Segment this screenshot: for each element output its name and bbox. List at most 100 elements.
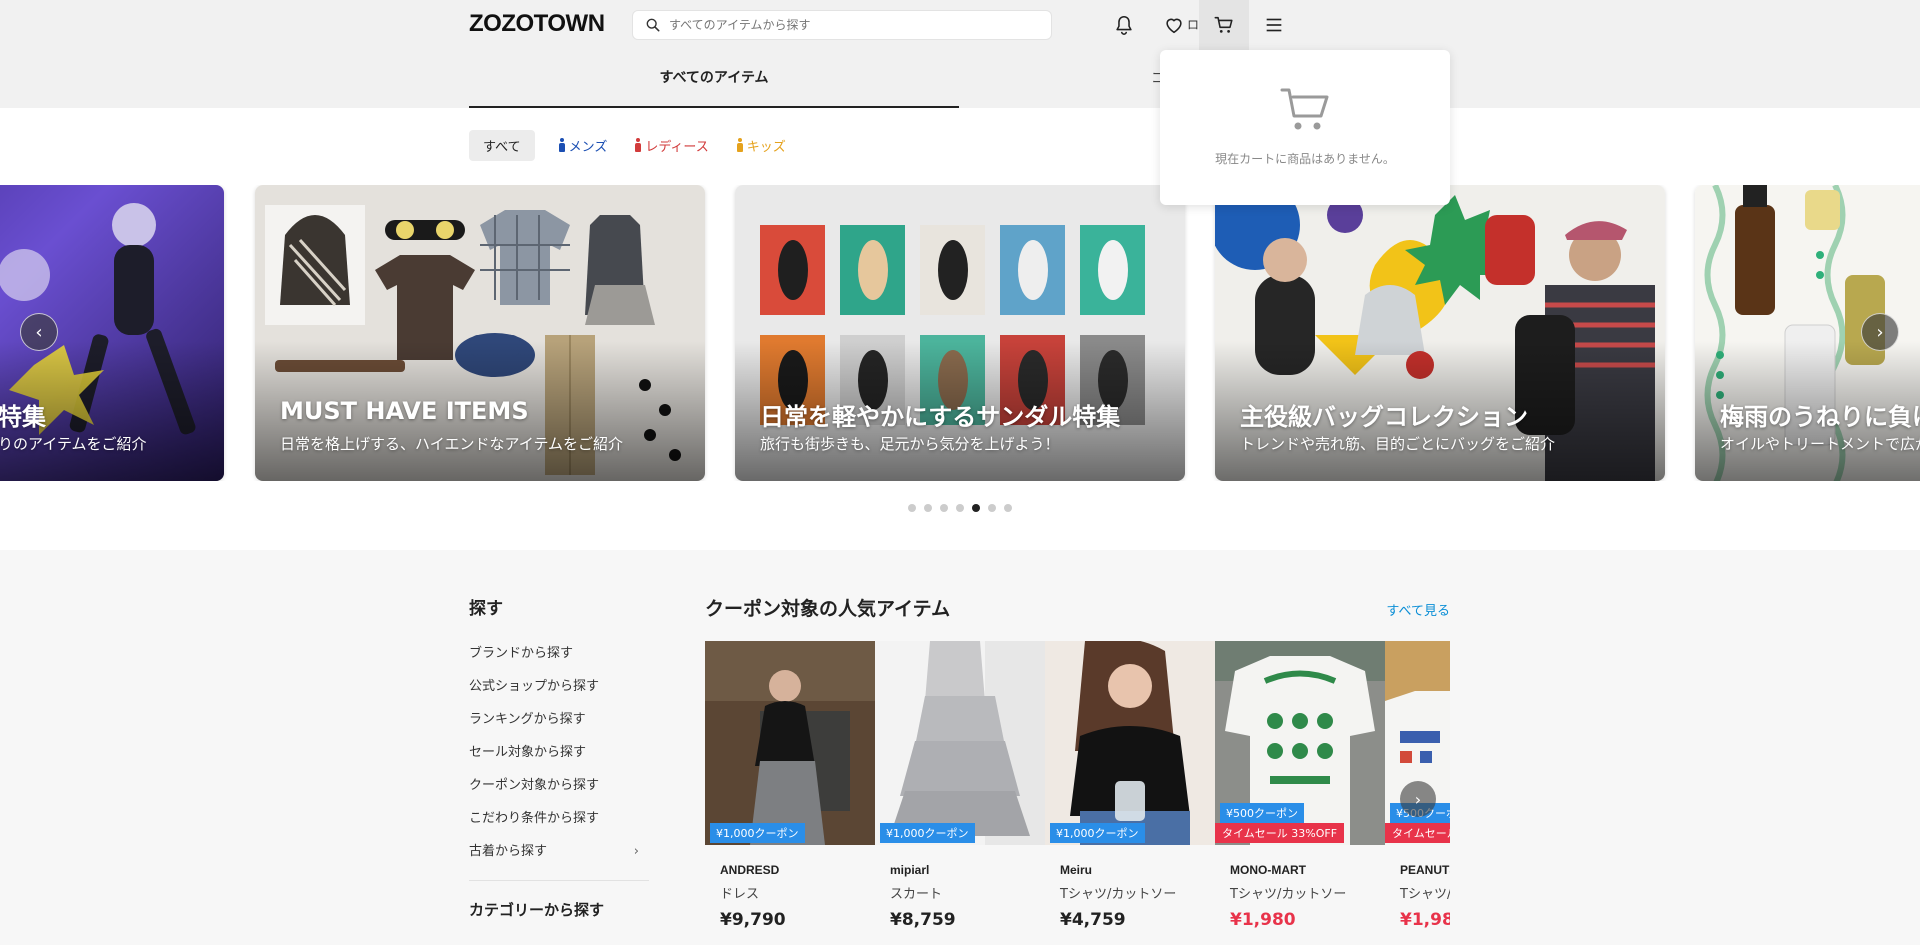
product-price: ¥4,759 — [1060, 910, 1126, 930]
sidebar-item-shop[interactable]: 公式ショップから探す — [469, 670, 649, 703]
filter-kids[interactable]: キッズ — [733, 130, 790, 161]
carousel-dot[interactable] — [1004, 504, 1012, 512]
product-brand: mipiarl — [890, 863, 930, 877]
carousel-dot[interactable] — [988, 504, 996, 512]
banner-carousel: 特集 りのアイテムをご紹介 MUST HAVE ITEMS 日常を格上げする、ハ… — [0, 185, 1920, 481]
banner-title: 特集 — [0, 403, 46, 431]
carousel-next-button[interactable]: › — [1861, 313, 1899, 351]
tab-all-items[interactable]: すべてのアイテム — [469, 50, 959, 108]
product-list: ¥1,000クーポン ANDRESD ドレス ¥9,790 ¥1,000クーポン… — [705, 641, 1450, 945]
sidebar-item-sale[interactable]: セール対象から探す — [469, 736, 649, 769]
search-icon — [646, 18, 660, 32]
product-image: ¥1,000クーポン — [875, 641, 1045, 845]
logo[interactable]: ZOZOTOWN — [469, 10, 605, 38]
banner-subtitle: 旅行も街歩きも、足元から気分を上げよう！ — [760, 435, 1060, 453]
sidebar-item-used-label: 古着から探す — [469, 844, 548, 859]
product-image: ¥1,000クーポン — [1045, 641, 1215, 845]
cart-popover: 現在カートに商品はありません。 — [1160, 50, 1450, 205]
filter-women-label: レディース — [645, 139, 709, 155]
chevron-left-icon: ‹ — [35, 321, 43, 343]
sidebar-item-ranking[interactable]: ランキングから探す — [469, 703, 649, 736]
product-brand: ANDRESD — [720, 863, 780, 877]
carousel-dot[interactable] — [908, 504, 916, 512]
divider — [469, 880, 649, 881]
chevron-right-icon: › — [633, 844, 639, 859]
time-sale-badge: タイムセール 33%OFF — [1215, 823, 1345, 843]
product-brand: Meiru — [1060, 863, 1093, 877]
notification-button[interactable] — [1099, 0, 1149, 50]
sidebar-item-coupon[interactable]: クーポン対象から探す — [469, 769, 649, 802]
see-all-link[interactable]: すべて見る — [1386, 600, 1450, 619]
coupon-badge: ¥500クーポン — [1220, 803, 1304, 823]
carousel-dot[interactable] — [940, 504, 948, 512]
chevron-right-icon: › — [1414, 789, 1422, 809]
carousel-dots — [908, 504, 1012, 512]
filter-all[interactable]: すべて — [469, 129, 535, 161]
category-heading: カテゴリーから探す — [469, 901, 605, 919]
banner-title: 梅雨のうねりに負け — [1720, 403, 1920, 431]
product-card[interactable]: ¥1,000クーポン mipiarl スカート ¥8,759 — [875, 641, 1045, 930]
menu-button[interactable] — [1249, 0, 1299, 50]
banner-subtitle: 日常を格上げする、ハイエンドなアイテムをご紹介 — [280, 435, 624, 453]
carousel-prev-button[interactable]: ‹ — [20, 313, 58, 351]
sidebar-item-used[interactable]: 古着から探す › — [469, 835, 649, 868]
banner-card[interactable]: 日常を軽やかにするサンダル特集 旅行も街歩きも、足元から気分を上げよう！ — [735, 185, 1185, 481]
banner-title: MUST HAVE ITEMS — [280, 397, 529, 425]
banner-title: 主役級バッグコレクション — [1240, 403, 1528, 431]
carousel-dot[interactable] — [924, 504, 932, 512]
products-next-button[interactable]: › — [1400, 781, 1436, 817]
cart-empty-message: 現在カートに商品はありません。 — [1215, 152, 1395, 166]
product-brand: MONO-MART — [1230, 863, 1306, 877]
filter-all-label: すべて — [483, 139, 521, 155]
banner-card[interactable]: 主役級バッグコレクション トレンドや売れ筋、目的ごとにバッグをご紹介 — [1215, 185, 1665, 481]
product-category: Tシャツ/カットソー — [1230, 887, 1347, 902]
favorites-button[interactable] — [1149, 0, 1199, 50]
banner-subtitle: トレンドや売れ筋、目的ごとにバッグをご紹介 — [1240, 435, 1556, 453]
product-category: Tシャツ/カットソー — [1060, 887, 1177, 902]
product-card[interactable]: ¥1,000クーポン Meiru Tシャツ/カットソー ¥4,759 — [1045, 641, 1215, 930]
kid-icon — [736, 138, 743, 152]
carousel-dot-active[interactable] — [972, 504, 980, 512]
search-input[interactable] — [669, 11, 1039, 39]
chevron-right-icon: › — [1876, 321, 1884, 343]
product-category: ドレス — [720, 887, 760, 902]
filter-men[interactable]: メンズ — [555, 130, 612, 161]
product-brand: PEANUTS — [1400, 863, 1450, 877]
gender-filter: すべて メンズ レディース キッズ — [469, 129, 790, 161]
filter-men-label: メンズ — [568, 139, 608, 155]
bell-icon — [1116, 15, 1132, 35]
heart-icon — [1166, 18, 1182, 34]
product-image: ¥1,000クーポン — [705, 641, 875, 845]
popular-coupon-items: クーポン対象の人気アイテム すべて見る ¥1,000クーポン ANDRESD ド… — [705, 594, 1450, 930]
search-sidebar: 探す ブランドから探す 公式ショップから探す ランキングから探す セール対象から… — [469, 594, 649, 920]
product-card[interactable]: ¥500クーポン タイムセール 33%OFF MONO-MART Tシャツ/カッ… — [1215, 641, 1385, 930]
product-category: Tシャツ/カットソー — [1400, 887, 1450, 902]
banner-card[interactable]: MUST HAVE ITEMS 日常を格上げする、ハイエンドなアイテムをご紹介 — [255, 185, 705, 481]
sidebar-heading: 探す — [469, 599, 503, 619]
search-bar[interactable] — [632, 10, 1052, 40]
product-price: ¥8,759 — [890, 910, 956, 930]
coupon-badge: ¥1,000クーポン — [880, 823, 975, 843]
cart-button[interactable] — [1199, 0, 1249, 50]
banner-subtitle: りのアイテムをご紹介 — [0, 435, 147, 453]
banner-title: 日常を軽やかにするサンダル特集 — [760, 403, 1121, 431]
product-image: ¥500クーポン タイムセール 33%OFF — [1215, 641, 1385, 845]
product-category: スカート — [890, 887, 943, 902]
banner-subtitle: オイルやトリートメントで広が — [1720, 435, 1920, 453]
sidebar-item-conditions[interactable]: こだわり条件から探す — [469, 802, 649, 835]
cart-icon — [1214, 16, 1233, 33]
filter-women[interactable]: レディース — [631, 130, 712, 161]
product-price: ¥9,790 — [720, 910, 786, 930]
product-photo — [875, 641, 1045, 845]
product-price: ¥1,980 — [1230, 910, 1296, 930]
man-icon — [558, 138, 565, 152]
empty-cart-icon — [1280, 88, 1329, 130]
product-photo — [1045, 641, 1215, 845]
woman-icon — [635, 138, 642, 152]
product-card[interactable]: ¥1,000クーポン ANDRESD ドレス ¥9,790 — [705, 641, 875, 930]
carousel-dot[interactable] — [956, 504, 964, 512]
product-price: ¥1,980 — [1400, 910, 1450, 930]
menu-icon — [1266, 18, 1282, 32]
sidebar-item-brand[interactable]: ブランドから探す — [469, 637, 649, 670]
site-header: ZOZOTOWN ログイン — [0, 0, 1920, 108]
